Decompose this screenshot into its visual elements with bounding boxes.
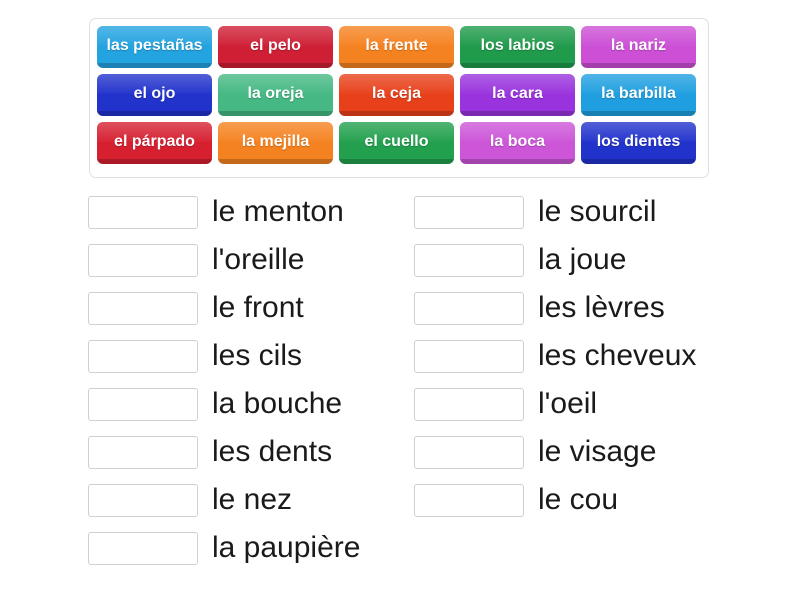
word-tile-label: la mejilla — [241, 132, 310, 150]
answer-drop-box[interactable] — [88, 291, 198, 325]
answer-prompt-label: la joue — [538, 243, 627, 276]
answer-prompt-label: les dents — [212, 435, 333, 468]
word-tile-label: las pestañas — [106, 36, 203, 54]
tile-row: el ojo la oreja la ceja la cara la barbilla — [97, 74, 702, 118]
word-tile-label: los labios — [480, 36, 555, 54]
answer-row: le sourcil — [414, 188, 744, 236]
answer-row: le menton — [88, 188, 418, 236]
word-tile-label: el cuello — [364, 132, 429, 150]
tile-row: las pestañas el pelo la frente los labios la… — [97, 26, 702, 70]
answer-drop-box[interactable] — [414, 339, 524, 373]
answer-prompt-label: l'oeil — [538, 387, 598, 420]
tile-row: el párpado la mejilla el cuello la boca los … — [97, 122, 702, 166]
answer-prompt-label: le sourcil — [538, 195, 657, 228]
answer-row: les cheveux — [414, 332, 744, 380]
word-tile[interactable]: la frente — [339, 26, 454, 68]
answer-prompt-label: les cheveux — [538, 339, 697, 372]
answer-row: la paupière — [88, 524, 418, 572]
word-tile[interactable]: las pestañas — [97, 26, 212, 68]
answer-drop-box[interactable] — [88, 531, 198, 565]
answer-column-left: le menton l'oreille le front les cils la bou… — [88, 188, 418, 572]
word-tile[interactable]: el cuello — [339, 122, 454, 164]
answer-column-right: le sourcil la joue les lèvres les cheveux l'… — [414, 188, 744, 524]
word-tile-bank: las pestañas el pelo la frente los labios la… — [89, 18, 709, 178]
answer-drop-box[interactable] — [414, 195, 524, 229]
word-tile[interactable]: los labios — [460, 26, 575, 68]
answer-drop-box[interactable] — [88, 339, 198, 373]
answer-row: le front — [88, 284, 418, 332]
word-tile[interactable]: la oreja — [218, 74, 333, 116]
word-tile[interactable]: el pelo — [218, 26, 333, 68]
answer-row: les dents — [88, 428, 418, 476]
answer-prompt-label: le menton — [212, 195, 344, 228]
word-tile[interactable]: el párpado — [97, 122, 212, 164]
answer-drop-box[interactable] — [88, 435, 198, 469]
word-tile-label: la frente — [365, 36, 428, 54]
answer-prompt-label: l'oreille — [212, 243, 305, 276]
answer-drop-box[interactable] — [414, 483, 524, 517]
answer-row: le visage — [414, 428, 744, 476]
word-tile-label: los dientes — [596, 132, 681, 150]
answer-drop-box[interactable] — [88, 387, 198, 421]
answer-row: la bouche — [88, 380, 418, 428]
answer-row: l'oreille — [88, 236, 418, 284]
answer-prompt-label: le front — [212, 291, 304, 324]
answer-row: les cils — [88, 332, 418, 380]
answer-prompt-label: le nez — [212, 483, 293, 516]
answer-prompt-label: le cou — [538, 483, 619, 516]
word-tile-label: la boca — [489, 132, 546, 150]
word-tile-label: la oreja — [247, 84, 304, 102]
word-tile-label: la ceja — [372, 84, 421, 102]
answer-drop-box[interactable] — [88, 195, 198, 229]
answer-row: le nez — [88, 476, 418, 524]
answer-drop-box[interactable] — [414, 291, 524, 325]
word-tile-label: la barbilla — [601, 84, 676, 102]
answer-row: l'oeil — [414, 380, 744, 428]
word-tile-label: el ojo — [133, 84, 176, 102]
answer-row: le cou — [414, 476, 744, 524]
word-tile[interactable]: la barbilla — [581, 74, 696, 116]
answer-prompt-label: la bouche — [212, 387, 343, 420]
answer-row: la joue — [414, 236, 744, 284]
answer-drop-box[interactable] — [88, 483, 198, 517]
answer-drop-box[interactable] — [414, 387, 524, 421]
word-tile-label: la cara — [492, 84, 543, 102]
word-tile-label: el párpado — [114, 132, 195, 150]
word-tile[interactable]: la nariz — [581, 26, 696, 68]
word-tile[interactable]: la boca — [460, 122, 575, 164]
answer-prompt-label: le visage — [538, 435, 657, 468]
activity-stage: las pestañas el pelo la frente los labios la… — [0, 0, 800, 600]
answer-drop-box[interactable] — [88, 243, 198, 277]
word-tile[interactable]: la mejilla — [218, 122, 333, 164]
answer-drop-box[interactable] — [414, 435, 524, 469]
word-tile[interactable]: los dientes — [581, 122, 696, 164]
word-tile[interactable]: la ceja — [339, 74, 454, 116]
answer-row: les lèvres — [414, 284, 744, 332]
answer-drop-box[interactable] — [414, 243, 524, 277]
word-tile-label: la nariz — [610, 36, 667, 54]
answer-prompt-label: les cils — [212, 339, 303, 372]
word-tile[interactable]: el ojo — [97, 74, 212, 116]
word-tile[interactable]: la cara — [460, 74, 575, 116]
answer-prompt-label: les lèvres — [538, 291, 665, 324]
word-tile-label: el pelo — [250, 36, 301, 54]
answer-prompt-label: la paupière — [212, 531, 361, 564]
